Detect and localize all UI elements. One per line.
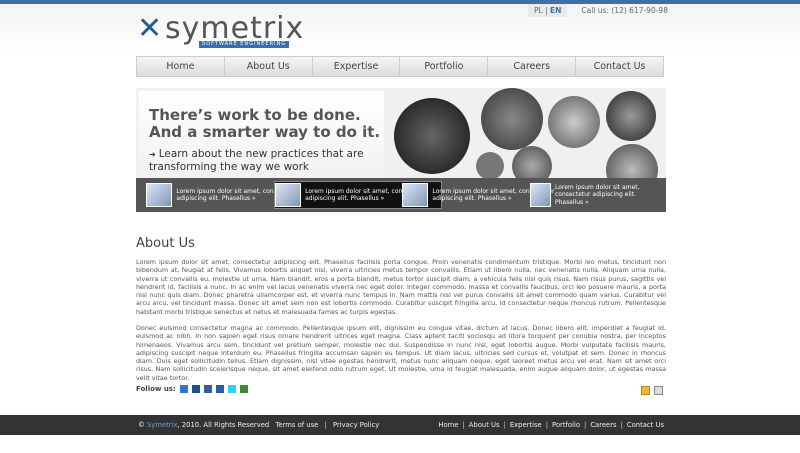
myspace-icon[interactable]: [215, 385, 224, 393]
banner-headline-line2: And a smarter way to do it.: [149, 123, 381, 141]
banner-photo-circle: [394, 98, 470, 174]
privacy-link[interactable]: Privacy Policy: [333, 421, 379, 429]
footer-link-portfolio[interactable]: Portfolio: [552, 421, 580, 429]
footer-separator: |: [324, 421, 327, 429]
language-switcher: PL | EN: [528, 4, 568, 17]
nav-careers[interactable]: Careers: [488, 57, 577, 76]
header-background: [0, 4, 800, 56]
nav-about-us[interactable]: About Us: [225, 57, 313, 76]
about-paragraph: Lorem ipsum dolor sit amet, consectetur …: [136, 258, 666, 316]
footer-nav: Home | About Us | Expertise | Portfolio | Career…: [438, 421, 664, 429]
digg-icon[interactable]: [191, 385, 200, 393]
logo-mark-icon: ✕: [137, 11, 163, 46]
stumbleupon-icon[interactable]: [239, 385, 248, 393]
thumb-image: [275, 183, 302, 207]
banner-photo-circle: [548, 96, 600, 148]
copyright-symbol: ©: [138, 421, 145, 429]
banner-photo-circle: [481, 88, 543, 150]
nav-portfolio[interactable]: Portfolio: [400, 57, 489, 76]
banner-photo-circle: [476, 152, 504, 180]
thumb-image: [530, 183, 551, 207]
follow-us: Follow us:: [136, 385, 248, 393]
banner-subtext-label: Learn about the new practices that are t…: [149, 148, 364, 173]
nav-expertise[interactable]: Expertise: [313, 57, 401, 76]
main-nav: Home About Us Expertise Portfolio Career…: [136, 56, 664, 77]
hero-banner: There’s work to be done. And a smarter w…: [136, 88, 666, 212]
banner-headline-line1: There’s work to be done.: [149, 106, 361, 124]
nav-contact-us[interactable]: Contact Us: [576, 57, 663, 76]
copyright-text: , 2010. All Rights Reserved: [177, 421, 270, 429]
lang-pl-link[interactable]: PL: [534, 6, 543, 15]
footer-separator: |: [503, 421, 506, 429]
top-bar: PL | EN Call us: (12) 617-90-98: [528, 4, 668, 17]
footer-link-expertise[interactable]: Expertise: [510, 421, 542, 429]
terms-link[interactable]: Terms of use: [275, 421, 318, 429]
footer: © Symetrix, 2010. All Rights Reserved Te…: [0, 415, 800, 435]
footer-link-about-us[interactable]: About Us: [469, 421, 500, 429]
thumb-text: Lorem ipsum dolor sit amet, consectetur …: [554, 183, 640, 206]
print-icon[interactable]: [654, 386, 663, 395]
lang-separator: |: [545, 6, 548, 15]
nav-home[interactable]: Home: [137, 57, 225, 76]
banner-headline: There’s work to be done. And a smarter w…: [149, 107, 389, 141]
footer-link-careers[interactable]: Careers: [590, 421, 616, 429]
footer-left: © Symetrix, 2010. All Rights Reserved Te…: [138, 421, 379, 429]
logo-word: symetrix: [165, 11, 305, 46]
banner-photo-circle: [606, 91, 656, 141]
banner-subtext: ➜ Learn about the new practices that are …: [149, 148, 379, 174]
footer-separator: |: [620, 421, 623, 429]
footer-separator: |: [545, 421, 549, 429]
facebook-icon[interactable]: [203, 385, 212, 393]
phone-number: Call us: (12) 617-90-98: [581, 6, 668, 15]
twitter-icon[interactable]: [227, 385, 236, 393]
thumb-image: [146, 183, 173, 207]
follow-label: Follow us:: [136, 385, 176, 393]
lang-en-link[interactable]: EN: [550, 6, 561, 15]
delicious-icon[interactable]: [179, 385, 188, 393]
page-title: About Us: [136, 236, 195, 251]
footer-brand-link[interactable]: Symetrix: [147, 421, 178, 429]
banner-thumb[interactable]: Lorem ipsum dolor sit amet, consectetur …: [530, 181, 662, 209]
about-paragraph: Donec euismod consectetur magna ac commo…: [136, 324, 666, 382]
footer-separator: |: [462, 421, 465, 429]
arrow-icon: ➜: [149, 150, 156, 159]
footer-bottom-space: [0, 435, 800, 453]
footer-separator: |: [584, 421, 587, 429]
footer-link-home[interactable]: Home: [438, 421, 458, 429]
email-icon[interactable]: [641, 386, 650, 395]
logo-tagline: SOFTWARE ENGINEERING: [199, 41, 290, 48]
logo[interactable]: ✕ symetrix SOFTWARE ENGINEERING: [137, 11, 303, 48]
thumb-image: [402, 183, 429, 207]
footer-link-contact-us[interactable]: Contact Us: [627, 421, 664, 429]
